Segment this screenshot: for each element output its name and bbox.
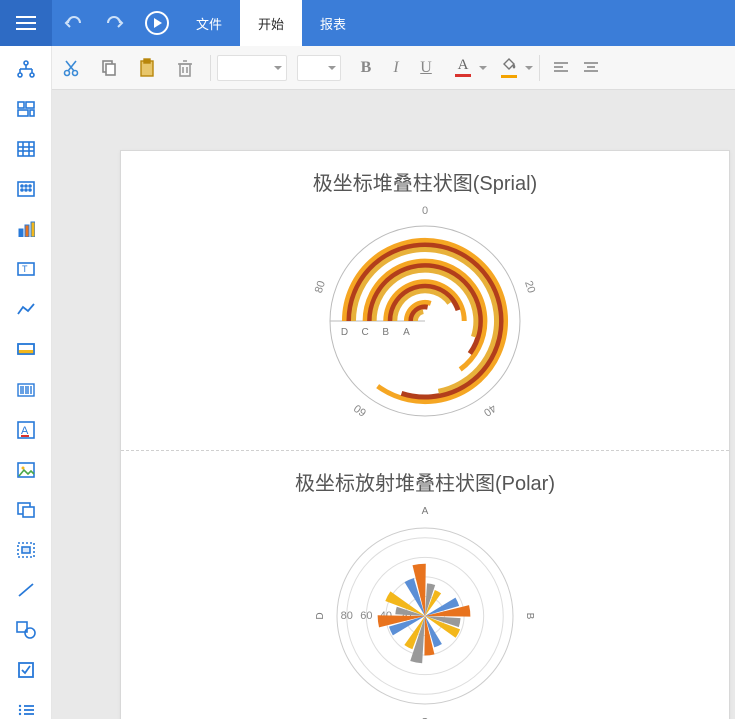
image-placeholder-icon[interactable]	[14, 340, 38, 358]
matrix-icon[interactable]	[14, 180, 38, 198]
svg-text:60: 60	[360, 610, 372, 622]
undo-button[interactable]	[52, 0, 94, 46]
tab-start[interactable]: 开始	[240, 0, 302, 46]
svg-text:0: 0	[422, 206, 428, 217]
font-size-dropdown[interactable]	[297, 55, 341, 81]
svg-text:40: 40	[481, 402, 498, 419]
tab-file[interactable]: 文件	[178, 0, 240, 46]
font-color-swatch	[455, 74, 471, 77]
tab-report[interactable]: 报表	[302, 0, 364, 46]
svg-text:A: A	[422, 506, 429, 517]
line-chart-icon[interactable]	[14, 300, 38, 318]
line-tool-icon[interactable]	[14, 581, 38, 599]
menu-bar: 文件 开始 报表	[0, 0, 735, 46]
chevron-down-icon	[328, 66, 336, 70]
bar-chart-icon[interactable]	[14, 220, 38, 238]
picture-icon[interactable]	[14, 461, 38, 479]
cut-button[interactable]	[52, 49, 90, 87]
svg-text:B: B	[524, 613, 535, 620]
richtext-icon[interactable]: A	[14, 421, 38, 439]
list-icon[interactable]	[14, 701, 38, 719]
fill-color-swatch	[501, 75, 517, 78]
align-center-button[interactable]	[576, 53, 606, 83]
font-color-button[interactable]: A	[449, 58, 487, 77]
format-toolbar: B I U A	[0, 46, 735, 90]
svg-text:B: B	[382, 327, 389, 338]
underline-button[interactable]: U	[411, 53, 441, 83]
report-page[interactable]: 极坐标堆叠柱状图(Sprial) 0 20 40 60 80 A B C D 极坐标放射堆叠柱状…	[120, 150, 730, 719]
svg-text:T: T	[22, 264, 28, 274]
chart-polar: 20406080ABCD	[121, 506, 729, 719]
svg-text:D: D	[341, 327, 348, 338]
svg-text:C: C	[361, 327, 368, 338]
chart-title-polar: 极坐标放射堆叠柱状图(Polar)	[121, 467, 729, 496]
design-canvas[interactable]: 极坐标堆叠柱状图(Sprial) 0 20 40 60 80 A B C D 极坐标放射堆叠柱状…	[52, 90, 735, 719]
hierarchy-icon[interactable]	[14, 60, 38, 78]
chart-title-spiral: 极坐标堆叠柱状图(Sprial)	[121, 167, 729, 196]
table-icon[interactable]	[14, 140, 38, 158]
svg-text:D: D	[315, 612, 326, 619]
svg-text:60: 60	[352, 402, 369, 419]
align-left-button[interactable]	[546, 53, 576, 83]
hamburger-menu[interactable]	[0, 0, 52, 46]
font-family-dropdown[interactable]	[217, 55, 287, 81]
subreport-icon[interactable]	[14, 501, 38, 519]
chart-spiral: 0 20 40 60 80 A B C D	[121, 206, 729, 436]
redo-button[interactable]	[94, 0, 136, 46]
svg-text:20: 20	[522, 279, 537, 294]
chevron-down-icon	[525, 66, 533, 70]
barcode-icon[interactable]	[14, 381, 38, 399]
chevron-down-icon	[274, 66, 282, 70]
font-color-glyph: A	[458, 58, 469, 73]
chart-spiral-block[interactable]: 极坐标堆叠柱状图(Sprial) 0 20 40 60 80 A B C D	[121, 151, 729, 451]
container-icon[interactable]	[14, 541, 38, 559]
svg-text:A: A	[403, 327, 410, 338]
checkbox-icon[interactable]	[14, 661, 38, 679]
paste-button[interactable]	[128, 49, 166, 87]
chevron-down-icon	[479, 66, 487, 70]
run-preview-button[interactable]	[136, 0, 178, 46]
italic-button[interactable]: I	[381, 53, 411, 83]
svg-text:80: 80	[313, 279, 328, 294]
svg-text:80: 80	[341, 610, 353, 622]
textbox-icon[interactable]: T	[14, 260, 38, 278]
fill-color-button[interactable]	[495, 57, 533, 78]
delete-button[interactable]	[166, 49, 204, 87]
shape-tool-icon[interactable]	[14, 621, 38, 639]
dashboard-grid-icon[interactable]	[14, 100, 38, 118]
svg-text:C: C	[421, 715, 428, 719]
copy-button[interactable]	[90, 49, 128, 87]
bucket-icon	[502, 57, 516, 74]
chart-polar-block[interactable]: 极坐标放射堆叠柱状图(Polar) 20406080ABCD	[121, 451, 729, 719]
bold-button[interactable]: B	[351, 53, 381, 83]
side-tool-strip: T A	[0, 46, 52, 719]
